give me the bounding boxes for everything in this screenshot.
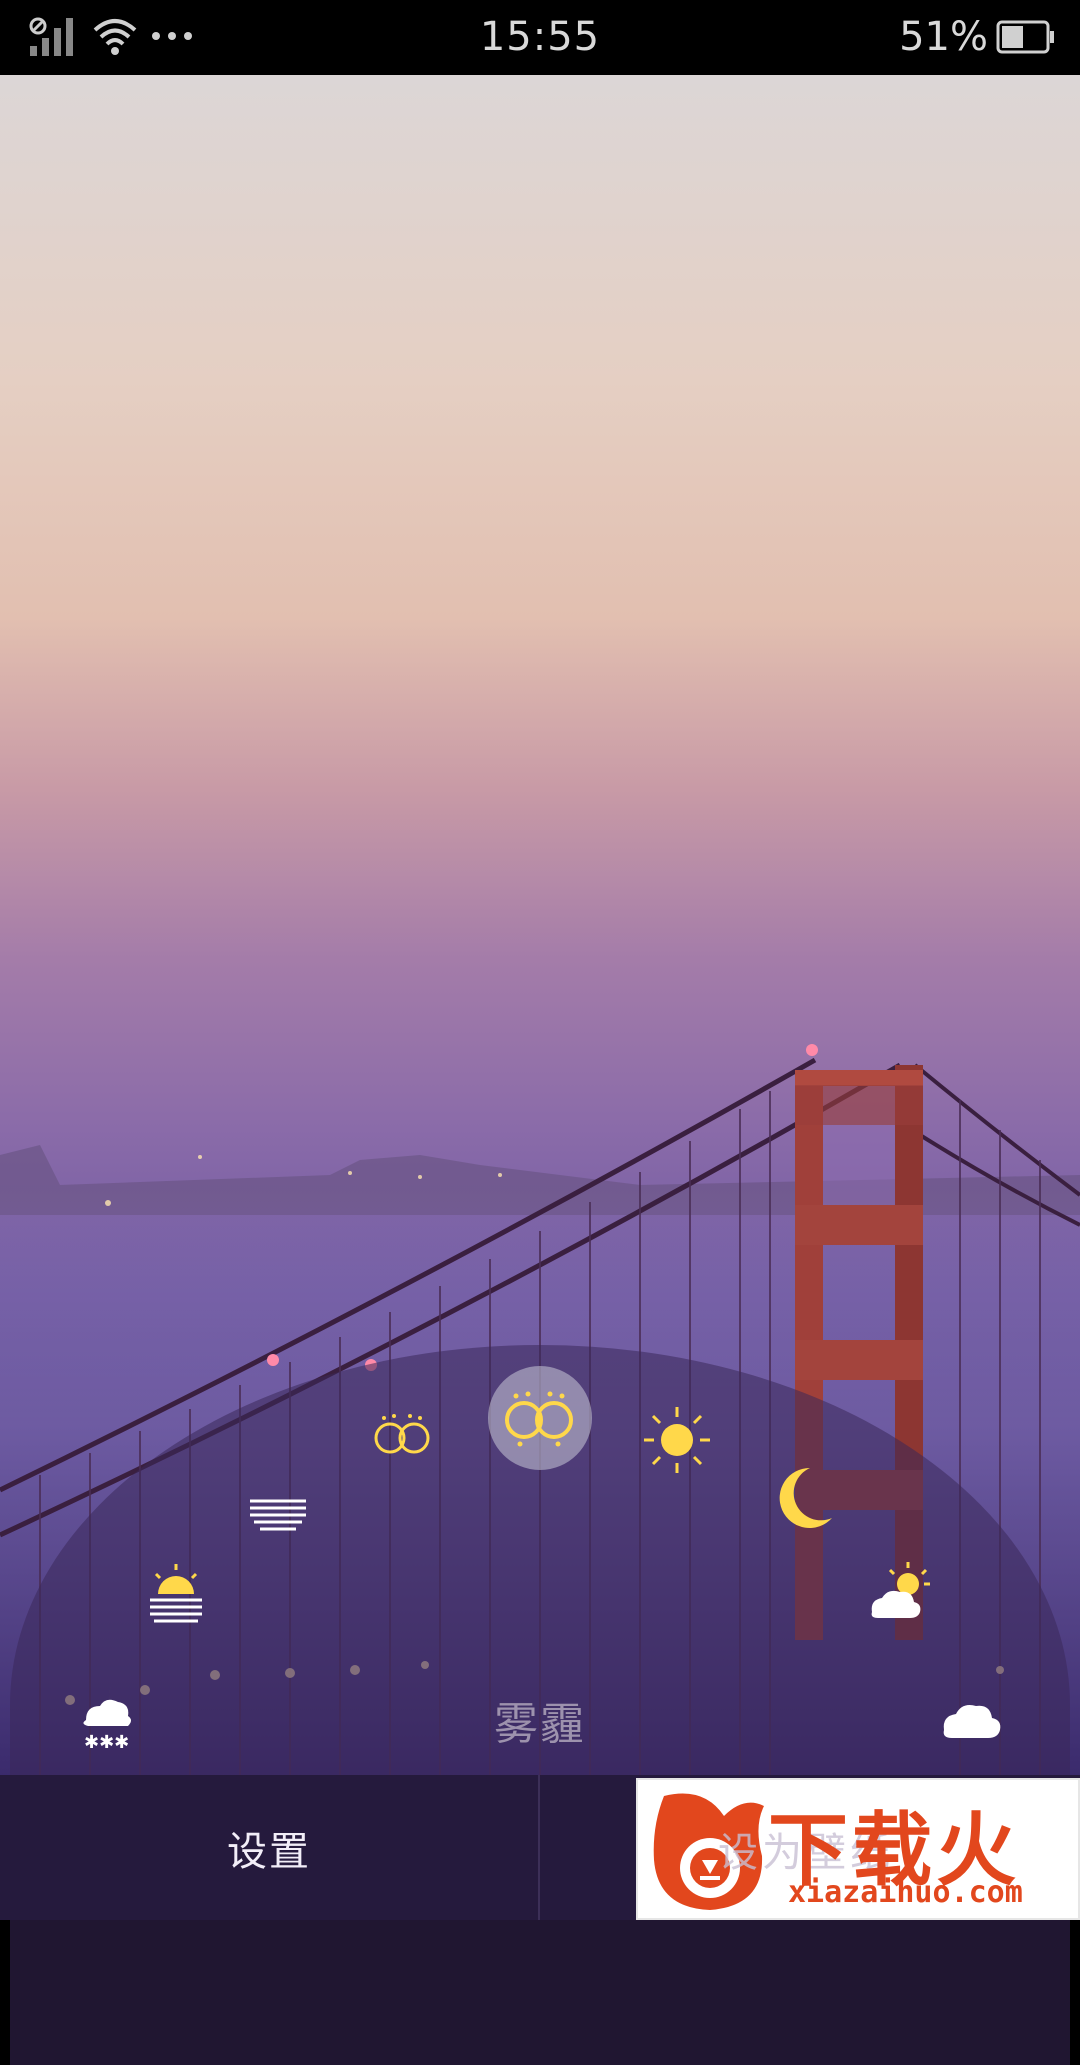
battery-icon [996,20,1054,54]
partly-sunny-icon[interactable] [866,1560,938,1626]
sun-icon[interactable] [642,1405,712,1475]
haze-icon[interactable] [370,1412,434,1462]
watermark: 设为壁纸 下载火 xiazaihuo.com [636,1778,1080,1920]
battery-percent: 51% [899,14,988,60]
watermark-url: xiazaihuo.com [788,1875,1023,1910]
selected-weather-label: 雾霾 [494,1699,586,1750]
status-bar: 15:55 51% [0,0,1080,75]
moon-icon[interactable] [770,1464,836,1534]
sunrise-haze-icon[interactable] [144,1560,208,1626]
smog-icon[interactable] [500,1390,580,1448]
settings-button[interactable]: 设置 [0,1775,538,1920]
moon-haze-icon[interactable] [246,1465,310,1531]
